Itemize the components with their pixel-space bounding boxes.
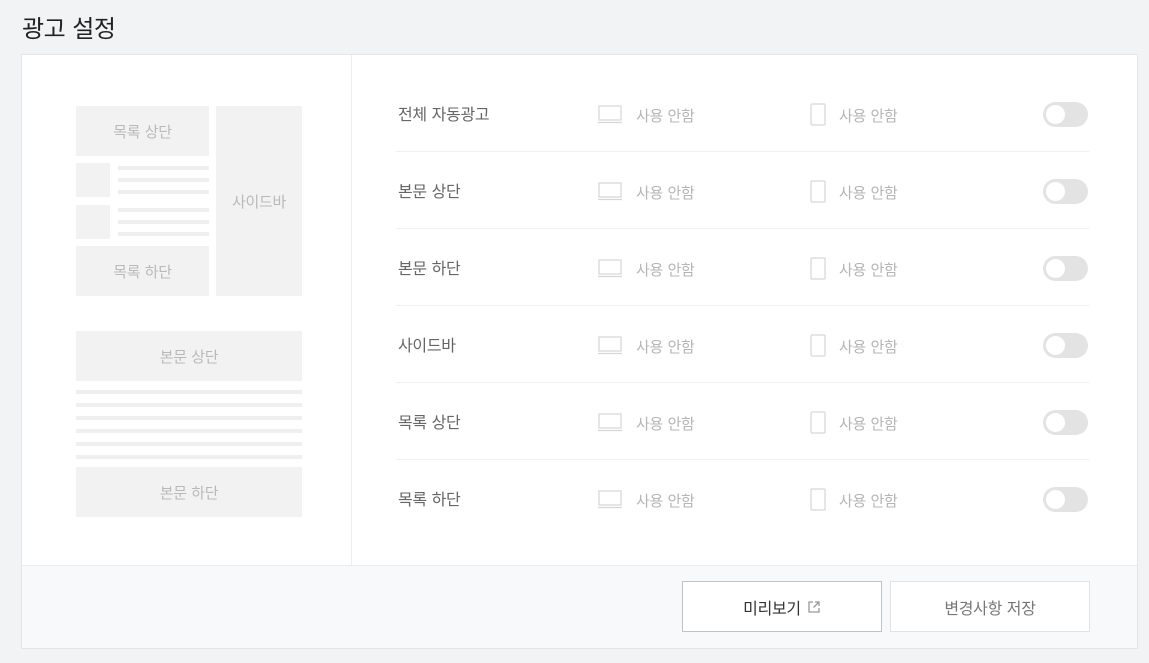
preview-line: [118, 208, 209, 212]
ad-settings-list: 전체 자동광고 사용 안함 사용 안함 본문 상단 사용 안함 사용 안함 본문…: [396, 75, 1089, 537]
monitor-icon: [598, 105, 622, 124]
mobile-status: 사용 안함: [839, 107, 898, 125]
ad-toggle-switch[interactable]: [1043, 487, 1088, 512]
preview-sidebar: 사이드바: [216, 106, 302, 296]
ad-settings-card: 목록 상단 사이드바 목록 하단 본문 상단 본문 하단 전체 자동광고 사용 …: [21, 54, 1138, 649]
ad-slot-label: 본문 하단: [398, 259, 461, 278]
ad-setting-row: 본문 하단 사용 안함 사용 안함: [396, 229, 1089, 306]
mobile-status: 사용 안함: [839, 338, 898, 356]
ad-toggle-switch[interactable]: [1043, 333, 1088, 358]
phone-icon: [810, 411, 826, 434]
save-changes-button[interactable]: 변경사항 저장: [890, 581, 1090, 632]
preview-line: [118, 232, 209, 236]
preview-line: [118, 178, 209, 182]
preview-list-bottom: 목록 하단: [76, 246, 209, 296]
preview-list-top: 목록 상단: [76, 106, 209, 156]
pc-status: 사용 안함: [636, 107, 695, 125]
ad-toggle-switch[interactable]: [1043, 102, 1088, 127]
preview-body-bottom: 본문 하단: [76, 467, 302, 517]
monitor-icon: [598, 259, 622, 278]
ad-setting-row: 목록 하단 사용 안함 사용 안함: [396, 460, 1089, 537]
ad-slot-label: 목록 하단: [398, 490, 461, 509]
preview-line: [76, 416, 302, 420]
toggle-knob: [1046, 259, 1065, 278]
monitor-icon: [598, 413, 622, 432]
monitor-icon: [598, 336, 622, 355]
preview-line: [76, 403, 302, 407]
toggle-knob: [1046, 105, 1065, 124]
mobile-status: 사용 안함: [839, 492, 898, 510]
pc-status: 사용 안함: [636, 184, 695, 202]
preview-thumb: [76, 163, 110, 197]
preview-button-label: 미리보기: [743, 598, 801, 618]
preview-body-top: 본문 상단: [76, 331, 302, 381]
preview-button[interactable]: 미리보기: [682, 581, 882, 632]
phone-icon: [810, 103, 826, 126]
toggle-knob: [1046, 182, 1065, 201]
ad-layout-preview: 목록 상단 사이드바 목록 하단 본문 상단 본문 하단: [22, 55, 352, 566]
pc-status: 사용 안함: [636, 338, 695, 356]
preview-line: [76, 442, 302, 446]
ad-toggle-switch[interactable]: [1043, 410, 1088, 435]
pc-status: 사용 안함: [636, 415, 695, 433]
mobile-status: 사용 안함: [839, 261, 898, 279]
phone-icon: [810, 180, 826, 203]
mobile-status: 사용 안함: [839, 184, 898, 202]
ad-slot-label: 본문 상단: [398, 182, 461, 201]
ad-slot-label: 사이드바: [398, 336, 456, 355]
preview-thumb: [76, 205, 110, 239]
external-link-icon: [808, 600, 820, 613]
preview-line: [118, 190, 209, 194]
phone-icon: [810, 257, 826, 280]
toggle-knob: [1046, 490, 1065, 509]
monitor-icon: [598, 490, 622, 509]
toggle-knob: [1046, 413, 1065, 432]
phone-icon: [810, 334, 826, 357]
ad-setting-row: 목록 상단 사용 안함 사용 안함: [396, 383, 1089, 460]
ad-setting-row: 사이드바 사용 안함 사용 안함: [396, 306, 1089, 383]
ad-toggle-switch[interactable]: [1043, 256, 1088, 281]
mobile-status: 사용 안함: [839, 415, 898, 433]
footer-bar: 미리보기 변경사항 저장: [22, 565, 1137, 648]
preview-line: [76, 455, 302, 459]
preview-line: [76, 390, 302, 394]
ad-setting-row: 본문 상단 사용 안함 사용 안함: [396, 152, 1089, 229]
monitor-icon: [598, 182, 622, 201]
phone-icon: [810, 488, 826, 511]
pc-status: 사용 안함: [636, 261, 695, 279]
ad-setting-row: 전체 자동광고 사용 안함 사용 안함: [396, 75, 1089, 152]
ad-slot-label: 전체 자동광고: [398, 105, 490, 124]
ad-slot-label: 목록 상단: [398, 413, 461, 432]
preview-line: [76, 429, 302, 433]
preview-line: [118, 220, 209, 224]
pc-status: 사용 안함: [636, 492, 695, 510]
page-title: 광고 설정: [22, 15, 116, 43]
toggle-knob: [1046, 336, 1065, 355]
preview-line: [118, 166, 209, 170]
ad-toggle-switch[interactable]: [1043, 179, 1088, 204]
